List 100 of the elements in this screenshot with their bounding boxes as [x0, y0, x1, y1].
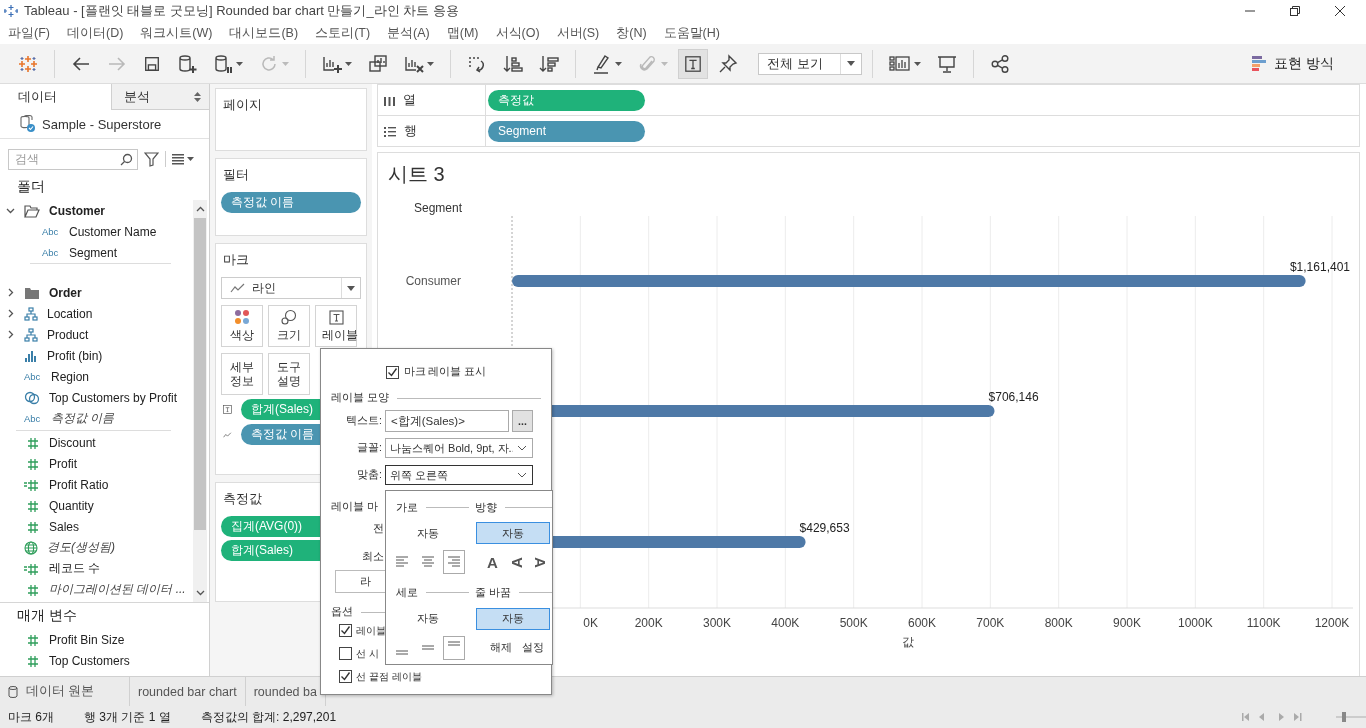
- pane-tab[interactable]: 분석: [111, 84, 209, 110]
- histogram-icon: [24, 348, 38, 363]
- show-me-button[interactable]: 표현 방식: [1248, 50, 1338, 77]
- direction-option[interactable]: A: [505, 550, 528, 574]
- menu-item[interactable]: 도움말(H): [663, 24, 720, 42]
- menu-item[interactable]: 서식(O): [495, 24, 540, 42]
- field-item[interactable]: Customer Name: [69, 224, 157, 239]
- menu-item[interactable]: 창(N): [616, 24, 647, 42]
- field-item[interactable]: Region: [51, 369, 90, 384]
- text-box-icon: [328, 309, 344, 325]
- text-box-icon: [223, 403, 232, 416]
- tick-label: 800K: [1044, 616, 1073, 630]
- marks-button[interactable]: 레이블: [315, 305, 357, 347]
- shelf-label: 열: [403, 91, 416, 109]
- field-item[interactable]: Profit (bin): [47, 348, 103, 363]
- sort-arrows-icon: [194, 91, 201, 102]
- menu-item[interactable]: 워크시트(W): [140, 24, 213, 42]
- open-folder-icon: [24, 203, 40, 218]
- search-icon: [120, 152, 133, 166]
- field-item[interactable]: Profit: [49, 456, 77, 471]
- field-item[interactable]: Profit Ratio: [49, 477, 109, 492]
- menu-item[interactable]: 분석(A): [387, 24, 430, 42]
- menu-item[interactable]: 서버(S): [556, 24, 600, 42]
- edit-text-button[interactable]: ...: [512, 410, 533, 432]
- scroll-down-icon[interactable]: [195, 590, 205, 596]
- menu-item[interactable]: 데이터(D): [66, 24, 124, 42]
- checkbox[interactable]: [339, 647, 352, 660]
- duplicate-chart-icon: [368, 53, 388, 74]
- field-item[interactable]: Profit Bin Size: [49, 632, 125, 647]
- caret-icon: [661, 61, 668, 66]
- columns-icon: [384, 94, 395, 106]
- mark-type-dropdown[interactable]: 라인: [221, 277, 361, 299]
- close-icon[interactable]: [1334, 5, 1346, 17]
- wrap-option[interactable]: 설정: [517, 635, 548, 660]
- checkbox-label: 마크 레이블 표시: [403, 365, 487, 379]
- menu-item[interactable]: 맵(M): [446, 24, 479, 42]
- string-type-icon: Abc: [24, 371, 42, 382]
- scrollbar[interactable]: [193, 200, 207, 602]
- caret-icon: [914, 61, 921, 66]
- field-item[interactable]: Top Customers by Profit: [49, 390, 178, 405]
- field-item[interactable]: 마이그레이션된 데이터 ...: [49, 581, 186, 598]
- tick-label: 0K: [583, 616, 598, 630]
- string-type-icon: Abc: [24, 413, 42, 424]
- marks-button[interactable]: 세부 정보: [221, 353, 263, 395]
- chevron-right-icon[interactable]: [6, 330, 15, 339]
- folder-item[interactable]: Order: [49, 285, 82, 300]
- filter-icon[interactable]: [144, 151, 159, 167]
- direction-option[interactable]: A: [481, 550, 504, 574]
- sort-ascending-icon: [503, 53, 523, 74]
- field-item[interactable]: Quantity: [49, 498, 94, 513]
- checkbox[interactable]: [385, 365, 399, 379]
- auto-option[interactable]: 자동: [475, 522, 550, 544]
- marks-button[interactable]: 색상: [221, 305, 263, 347]
- menu-item[interactable]: 대시보드(B): [229, 24, 299, 42]
- field-item[interactable]: Discount: [49, 435, 96, 450]
- status-text: 측정값의 합계: 2,297,201: [200, 708, 337, 726]
- status-text: 마크 6개: [8, 708, 54, 726]
- chevron-right-icon[interactable]: [6, 288, 15, 297]
- auto-option[interactable]: 자동: [390, 522, 465, 544]
- value-label: $1,161,401: [1289, 260, 1350, 274]
- auto-option[interactable]: 자동: [390, 607, 465, 630]
- marks-button[interactable]: 도구 설명: [268, 353, 310, 395]
- restore-icon[interactable]: [1289, 5, 1301, 17]
- data-source-name[interactable]: Sample - Superstore: [42, 116, 162, 132]
- field-item[interactable]: Product: [47, 327, 89, 342]
- field-item[interactable]: Location: [47, 306, 93, 321]
- app-logo-icon: [4, 4, 18, 18]
- checkbox[interactable]: [339, 670, 352, 683]
- field-item[interactable]: 레코드 수: [49, 560, 101, 577]
- chevron-down-icon[interactable]: [6, 206, 15, 215]
- checkbox-label: 선 시: [356, 646, 379, 661]
- line-chart-icon: [223, 429, 232, 440]
- text-field[interactable]: <합계(Sales)>: [385, 410, 509, 432]
- checkbox[interactable]: [339, 624, 352, 637]
- wrap-option[interactable]: 해제: [485, 635, 516, 660]
- marks-button[interactable]: 크기: [268, 305, 310, 347]
- field-item[interactable]: Segment: [69, 245, 118, 260]
- field-item[interactable]: Sales: [49, 519, 80, 534]
- font-dropdown[interactable]: 나눔스퀘어 Bold, 9pt, 자..: [385, 438, 533, 458]
- menu-item[interactable]: 파일(F): [8, 24, 50, 42]
- scroll-up-icon[interactable]: [195, 206, 205, 212]
- zoom-slider-icon[interactable]: [1336, 711, 1366, 723]
- field-label: 최소: [362, 550, 384, 564]
- section-heading: 폴더: [16, 178, 46, 196]
- save-icon: [143, 54, 161, 73]
- search-field[interactable]: 검색: [8, 148, 138, 170]
- field-item[interactable]: 측정값 이름: [51, 410, 115, 427]
- folder-item[interactable]: Customer: [49, 203, 105, 218]
- field-item[interactable]: 경도(생성됨): [47, 539, 115, 556]
- alignment-dropdown[interactable]: 위쪽 오른쪽: [385, 465, 533, 485]
- menu-item[interactable]: 스토리(T): [315, 24, 371, 42]
- chevron-right-icon[interactable]: [6, 309, 15, 318]
- field-item[interactable]: Top Customers: [49, 653, 130, 668]
- show-labels-button[interactable]: [678, 48, 708, 79]
- auto-option[interactable]: 자동: [475, 607, 550, 630]
- list-view-icon[interactable]: [172, 153, 194, 165]
- caret-icon: [282, 61, 289, 66]
- sheet-title: 시트 3: [387, 162, 446, 187]
- fit-dropdown[interactable]: 전체 보기: [758, 52, 862, 75]
- direction-option[interactable]: A: [529, 550, 552, 574]
